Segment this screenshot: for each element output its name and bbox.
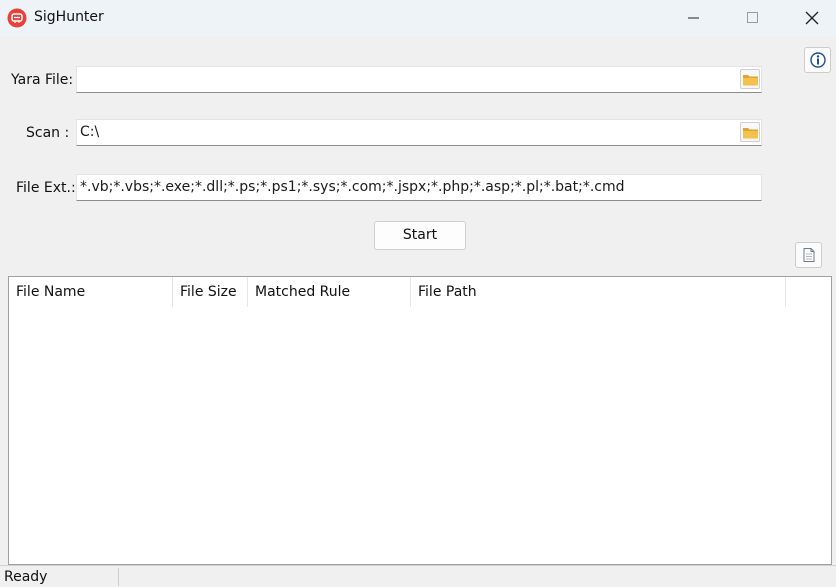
- column-header-file-size[interactable]: File Size: [173, 277, 248, 307]
- status-text: Ready: [4, 569, 48, 585]
- folder-icon: [743, 75, 758, 86]
- app-logo-icon: [7, 8, 27, 28]
- title-bar[interactable]: SigHunter: [0, 0, 836, 36]
- info-icon: [810, 52, 826, 68]
- minimize-icon: [688, 17, 699, 19]
- maximize-icon: [747, 12, 758, 23]
- results-table[interactable]: File Name File Size Matched Rule File Pa…: [8, 276, 832, 565]
- results-table-header: File Name File Size Matched Rule File Pa…: [9, 277, 831, 307]
- folder-icon: [743, 128, 758, 139]
- minimize-button[interactable]: [671, 0, 717, 36]
- document-icon: [803, 248, 815, 262]
- window-title: SigHunter: [34, 9, 104, 25]
- close-button[interactable]: [789, 0, 835, 36]
- info-button[interactable]: [804, 47, 831, 73]
- file-ext-label: File Ext.:: [16, 180, 76, 196]
- status-bar: Ready: [0, 565, 836, 587]
- column-header-matched-rule[interactable]: Matched Rule: [248, 277, 411, 307]
- yara-browse-button[interactable]: [740, 69, 760, 89]
- yara-file-label: Yara File:: [11, 72, 74, 88]
- start-button[interactable]: Start: [374, 221, 466, 250]
- close-icon: [805, 11, 819, 25]
- file-ext-input[interactable]: *.vb;*.vbs;*.exe;*.dll;*.ps;*.ps1;*.sys;…: [76, 174, 762, 201]
- maximize-button[interactable]: [730, 0, 776, 36]
- scan-label: Scan :: [26, 125, 70, 141]
- scan-browse-button[interactable]: [740, 122, 760, 142]
- scan-path-input[interactable]: C:\: [76, 119, 762, 146]
- yara-file-input[interactable]: [76, 66, 762, 93]
- column-header-file-path[interactable]: File Path: [411, 277, 786, 307]
- report-button[interactable]: [795, 242, 822, 268]
- status-divider: [118, 568, 119, 586]
- column-header-file-name[interactable]: File Name: [9, 277, 173, 307]
